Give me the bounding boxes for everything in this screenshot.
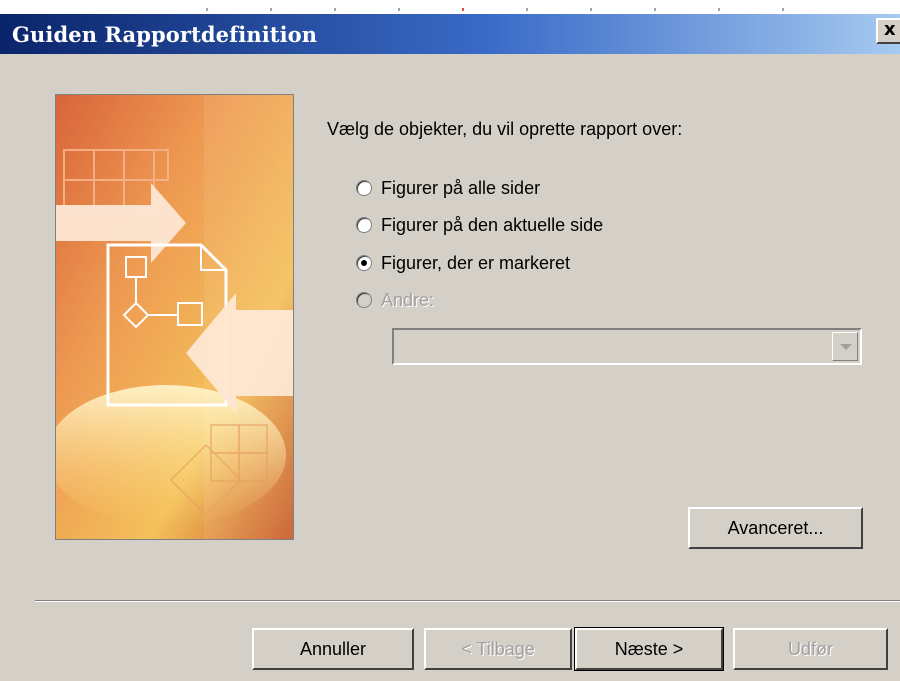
chevron-down-icon: [832, 332, 858, 361]
other-dropdown: [392, 328, 862, 365]
advanced-button[interactable]: Avanceret...: [688, 507, 863, 549]
close-button[interactable]: x: [876, 18, 900, 44]
back-button: < Tilbage: [424, 628, 572, 670]
title-bar[interactable]: Guiden Rapportdefinition: [0, 14, 900, 54]
wizard-illustration: [55, 94, 294, 540]
finish-button: Udfør: [733, 628, 888, 670]
option-selected-shapes[interactable]: Figurer, der er markeret: [356, 250, 570, 276]
option-label[interactable]: Figurer på den aktuelle side: [381, 215, 603, 236]
option-label: Andre:: [381, 289, 435, 310]
option-current-page[interactable]: Figurer på den aktuelle side: [356, 212, 603, 238]
prompt-label: Vælg de objekter, du vil oprette rapport…: [327, 119, 683, 139]
separator: [35, 600, 900, 602]
window-title: Guiden Rapportdefinition: [12, 22, 318, 47]
radio-all-pages[interactable]: [356, 180, 372, 196]
next-button[interactable]: Næste >: [574, 627, 724, 671]
option-other: Andre:: [356, 287, 434, 313]
background-ruler-strip: [0, 0, 900, 14]
radio-selected-shapes[interactable]: [356, 255, 372, 271]
cancel-button[interactable]: Annuller: [252, 628, 414, 670]
option-label[interactable]: Figurer på alle sider: [381, 178, 540, 199]
radio-current-page[interactable]: [356, 217, 372, 233]
option-label[interactable]: Figurer, der er markeret: [381, 253, 570, 274]
close-icon: x: [884, 19, 896, 40]
option-all-pages[interactable]: Figurer på alle sider: [356, 175, 540, 201]
radio-other: [356, 292, 372, 308]
